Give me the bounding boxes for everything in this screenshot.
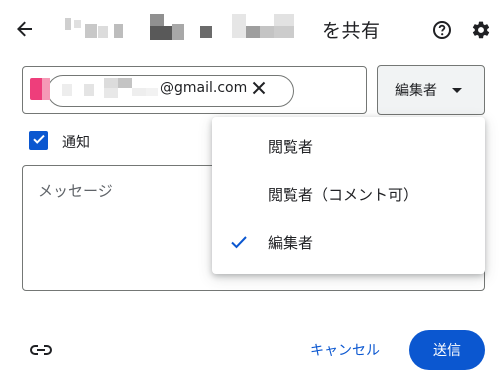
help-circle-icon <box>432 20 452 44</box>
back-button[interactable] <box>10 16 40 46</box>
arrow-left-icon <box>15 19 35 43</box>
role-select[interactable]: 編集者 <box>377 65 485 115</box>
redacted-document-title <box>62 14 308 40</box>
role-option-label: 閲覧者（コメント可） <box>268 185 419 204</box>
notify-checkbox[interactable] <box>29 131 48 150</box>
copy-link-button[interactable] <box>28 337 54 363</box>
check-icon <box>32 131 46 150</box>
recipient-email: @gmail.com <box>160 80 248 96</box>
dialog-title: を共有 <box>322 20 381 42</box>
recipient-avatar-overlay <box>42 78 50 100</box>
remove-recipient-button[interactable] <box>250 80 268 98</box>
gear-icon <box>471 20 491 44</box>
settings-button[interactable] <box>467 18 495 46</box>
role-option-viewer[interactable]: 閲覧者 <box>212 126 485 166</box>
role-option-label: 編集者 <box>268 233 314 252</box>
notify-label: 通知 <box>62 135 90 151</box>
role-option-commenter[interactable]: 閲覧者（コメント可） <box>212 174 485 214</box>
cancel-button[interactable]: キャンセル <box>300 332 390 368</box>
caret-down-icon <box>452 88 462 93</box>
role-option-label: 閲覧者 <box>268 137 314 156</box>
close-icon <box>252 80 266 99</box>
send-button[interactable]: 送信 <box>409 330 485 370</box>
checkmark-icon <box>230 234 248 254</box>
role-select-value: 編集者 <box>395 83 437 99</box>
role-option-editor[interactable]: 編集者 <box>212 222 485 262</box>
link-icon <box>30 341 52 360</box>
role-dropdown-menu: 閲覧者 閲覧者（コメント可） 編集者 <box>212 117 485 274</box>
help-button[interactable] <box>428 18 456 46</box>
